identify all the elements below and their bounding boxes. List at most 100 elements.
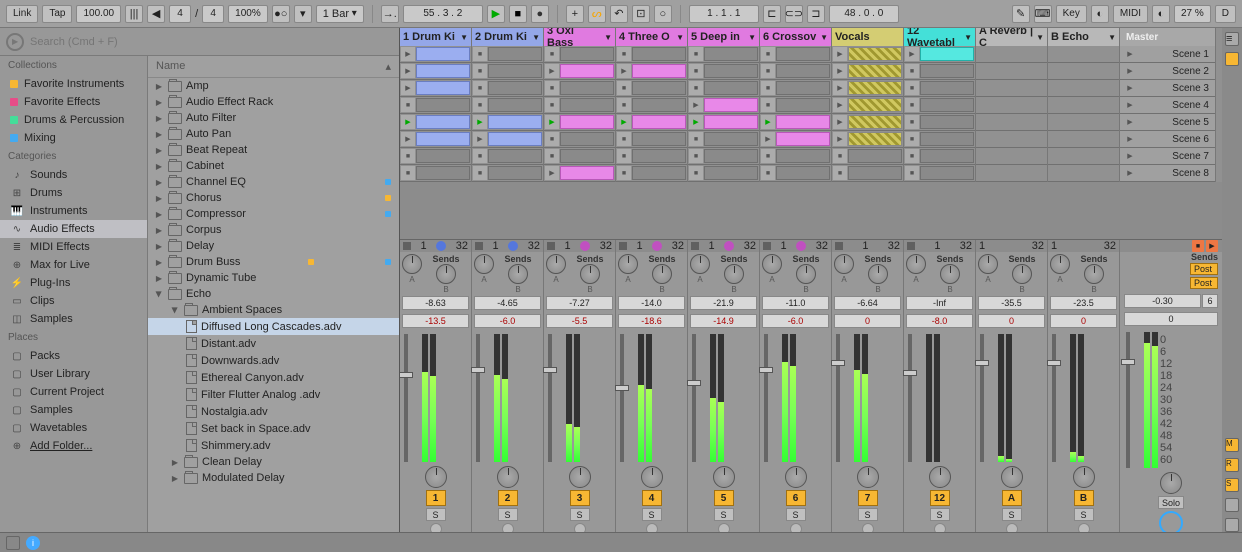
fader-track[interactable] xyxy=(692,334,696,462)
arm-button[interactable] xyxy=(502,523,514,532)
chevron-down-icon[interactable]: ▼ xyxy=(1036,33,1044,42)
clip-slot[interactable] xyxy=(632,81,686,95)
place-item[interactable]: ▢Samples xyxy=(0,401,147,419)
device-row[interactable]: ▶Cabinet xyxy=(148,158,399,174)
clip-play-button[interactable]: ▶ xyxy=(401,81,415,95)
preset-row[interactable]: Diffused Long Cascades.adv xyxy=(148,318,399,335)
preset-row[interactable]: Distant.adv xyxy=(148,335,399,352)
preset-row[interactable]: Filter Flutter Analog .adv xyxy=(148,386,399,403)
fader-handle[interactable] xyxy=(759,367,773,373)
zoom-field[interactable]: 100% xyxy=(228,5,268,23)
fader-track[interactable] xyxy=(548,334,552,462)
scene-row[interactable]: ▶Scene 5 xyxy=(1120,114,1215,131)
preset-row[interactable]: Nostalgia.adv xyxy=(148,403,399,420)
clip-play-button[interactable]: ▶ xyxy=(761,132,775,146)
peak-db[interactable]: -35.5 xyxy=(978,296,1045,310)
disclosure-icon[interactable]: ▶ xyxy=(154,82,164,91)
clip-slot[interactable] xyxy=(488,98,542,112)
clip-slot[interactable] xyxy=(848,166,902,180)
arm-button[interactable] xyxy=(718,523,730,532)
bars-icon[interactable]: ▾ xyxy=(294,5,312,23)
loop-icon[interactable]: ⊂⊃ xyxy=(785,5,803,23)
solo-button[interactable]: S xyxy=(930,508,950,521)
disclosure-icon[interactable]: ▶ xyxy=(155,289,164,299)
solo-button[interactable]: S xyxy=(498,508,518,521)
gain-db[interactable]: 0 xyxy=(834,314,901,328)
preset-row[interactable]: Set back in Space.adv xyxy=(148,420,399,437)
device-row[interactable]: ▶Audio Effect Rack xyxy=(148,94,399,110)
clip-slot[interactable] xyxy=(776,166,830,180)
chevron-down-icon[interactable]: ▼ xyxy=(676,33,684,42)
clip-slot[interactable] xyxy=(920,64,974,78)
place-item[interactable]: ▢User Library xyxy=(0,365,147,383)
send-b-knob[interactable] xyxy=(580,264,600,284)
fader-track[interactable] xyxy=(620,334,624,462)
clip-play-button[interactable]: ■ xyxy=(905,149,919,163)
disclosure-icon[interactable]: ▶ xyxy=(170,474,180,483)
pan-knob[interactable] xyxy=(497,466,519,488)
clip-play-button[interactable]: ▶ xyxy=(401,47,415,61)
category-item[interactable]: ∿Audio Effects xyxy=(0,220,147,238)
scene-play-button[interactable]: ▶ xyxy=(1123,166,1137,180)
clip-play-button[interactable]: ■ xyxy=(473,149,487,163)
clip-slot[interactable] xyxy=(776,149,830,163)
fader-handle[interactable] xyxy=(903,370,917,376)
clip-play-button[interactable]: ▶ xyxy=(401,132,415,146)
track-activator-button[interactable]: 12 xyxy=(930,490,950,506)
pan-knob[interactable] xyxy=(1160,472,1182,494)
fader-handle[interactable] xyxy=(1047,360,1061,366)
hide-browser-icon[interactable] xyxy=(6,536,20,550)
stop-all-button[interactable]: ■ xyxy=(1192,240,1204,252)
clip-slot[interactable] xyxy=(488,166,542,180)
gain-db[interactable]: -6.0 xyxy=(474,314,541,328)
keyboard-icon[interactable]: ⌨ xyxy=(1034,5,1052,23)
chevron-down-icon[interactable]: ▼ xyxy=(820,33,828,42)
disclosure-icon[interactable]: ▶ xyxy=(154,226,164,235)
metronome-icon[interactable]: ||| xyxy=(125,5,143,23)
pencil-icon[interactable]: ✎ xyxy=(1012,5,1030,23)
solo-button[interactable]: S xyxy=(642,508,662,521)
stop-clip-button[interactable] xyxy=(403,242,411,250)
punch-out-icon[interactable]: ⊐ xyxy=(807,5,825,23)
fader-handle[interactable] xyxy=(400,372,413,378)
send-a-knob[interactable] xyxy=(402,254,422,274)
device-row[interactable]: ▶Amp xyxy=(148,78,399,94)
send-a-knob[interactable] xyxy=(834,254,854,274)
clip-play-button[interactable]: ■ xyxy=(689,149,703,163)
send-b-knob[interactable] xyxy=(652,264,672,284)
arm-button[interactable] xyxy=(790,523,802,532)
solo-button[interactable]: S xyxy=(714,508,734,521)
pan-knob[interactable] xyxy=(785,466,807,488)
clip-slot[interactable] xyxy=(416,149,470,163)
clip-play-button[interactable]: ▶ xyxy=(833,98,847,112)
arm-button[interactable] xyxy=(430,523,442,532)
solo-button[interactable]: S xyxy=(426,508,446,521)
clip-slot[interactable] xyxy=(488,47,542,61)
session-rec-icon[interactable]: ○ xyxy=(654,5,672,23)
clip-slot[interactable] xyxy=(560,132,614,146)
scene-play-button[interactable]: ▶ xyxy=(1123,132,1137,146)
send-b-knob[interactable] xyxy=(436,264,456,284)
place-item[interactable]: ⊕Add Folder... xyxy=(0,437,147,455)
clip-slot[interactable] xyxy=(848,132,902,146)
clip-slot[interactable] xyxy=(704,149,758,163)
gain-db[interactable]: 0 xyxy=(1050,314,1117,328)
fader-track[interactable] xyxy=(476,334,480,462)
clip-slot[interactable] xyxy=(848,98,902,112)
clip-slot[interactable] xyxy=(848,64,902,78)
clip-play-button[interactable]: ▶ xyxy=(833,47,847,61)
clip-play-button[interactable]: ■ xyxy=(905,132,919,146)
disclosure-icon[interactable]: ▶ xyxy=(154,274,164,283)
rail-crossfade-icon[interactable]: S xyxy=(1225,478,1239,492)
clip-slot[interactable] xyxy=(704,81,758,95)
clip-play-button[interactable]: ■ xyxy=(689,132,703,146)
midi-button[interactable]: MIDI xyxy=(1113,5,1148,23)
send-b-knob[interactable] xyxy=(796,264,816,284)
folder-label[interactable]: Ambient Spaces xyxy=(202,304,282,316)
clip-slot[interactable] xyxy=(776,115,830,129)
gain-db[interactable]: -5.5 xyxy=(546,314,613,328)
tempo-field[interactable]: 100.00 xyxy=(76,5,121,23)
info-icon[interactable]: i xyxy=(26,536,40,550)
clip-play-button[interactable]: ■ xyxy=(761,166,775,180)
clip-play-button[interactable]: ▶ xyxy=(833,132,847,146)
